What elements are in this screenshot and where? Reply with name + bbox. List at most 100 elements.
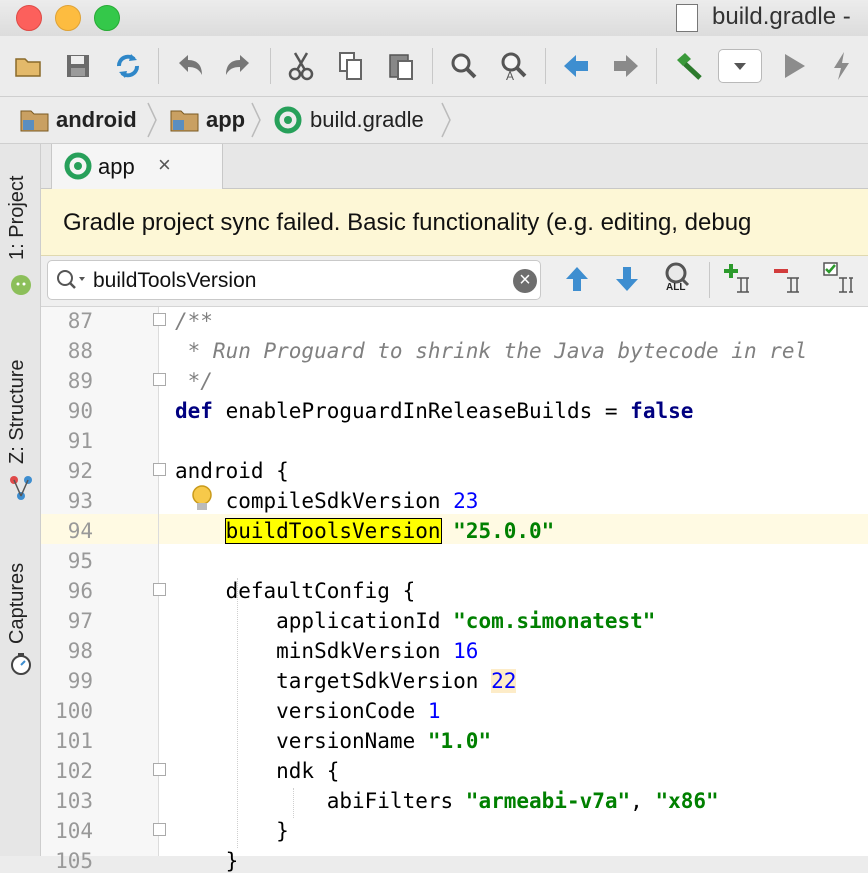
fold-marker[interactable] xyxy=(153,373,166,386)
paste-button[interactable] xyxy=(385,50,417,82)
code-token: versionCode xyxy=(175,699,428,723)
all-label: ALL xyxy=(666,282,686,293)
fold-marker[interactable] xyxy=(153,763,166,776)
code-token: "1.0" xyxy=(427,729,492,753)
breadcrumb-label: build.gradle xyxy=(310,107,424,132)
stopwatch-icon xyxy=(11,653,31,675)
tab-app[interactable]: app × xyxy=(51,144,223,189)
code-token: 22 xyxy=(491,669,517,693)
select-all-button[interactable] xyxy=(821,260,861,301)
unselect-occurrence-button[interactable] xyxy=(771,262,807,301)
arrow-left-icon xyxy=(564,55,588,77)
find-bar: buildToolsVersion × ALL xyxy=(41,256,868,307)
back-button[interactable] xyxy=(560,50,592,82)
breadcrumb-label: android xyxy=(56,107,137,132)
code-line: defaultConfig { xyxy=(175,579,416,603)
line-number: 103 xyxy=(55,789,93,813)
copy-icon xyxy=(339,52,362,80)
line-number: 93 xyxy=(67,489,93,513)
code-token: minSdkVersion xyxy=(175,639,454,663)
code-line: ndk { xyxy=(175,759,339,783)
chevron-right-icon xyxy=(147,102,157,138)
module-folder-icon xyxy=(170,110,199,132)
structure-tool-tab[interactable]: Z: Structure xyxy=(6,360,29,464)
find-button[interactable] xyxy=(448,50,480,82)
android-icon xyxy=(11,275,31,295)
fold-marker[interactable] xyxy=(153,583,166,596)
apply-changes-button[interactable] xyxy=(826,50,858,82)
breadcrumb-android[interactable]: android xyxy=(20,97,137,143)
code-token: false xyxy=(630,399,694,423)
run-configuration-dropdown[interactable] xyxy=(718,49,762,83)
undo-icon xyxy=(179,55,202,75)
arrow-down-icon xyxy=(616,267,638,291)
save-all-button[interactable] xyxy=(62,50,94,82)
breadcrumb: android app build.gradle xyxy=(0,97,868,144)
search-history-icon[interactable] xyxy=(56,269,88,291)
breadcrumb-app[interactable]: app xyxy=(170,97,245,143)
code-line: abiFilters "armeabi-v7a", "x86" xyxy=(175,789,719,813)
breadcrumb-build-gradle[interactable]: build.gradle xyxy=(274,97,424,143)
line-number: 87 xyxy=(67,309,93,333)
line-number: 101 xyxy=(55,729,93,753)
captures-tool-tab[interactable]: Captures xyxy=(6,563,29,644)
add-occurrence-icon xyxy=(724,264,749,293)
open-folder-button[interactable] xyxy=(12,50,44,82)
project-tool-tab[interactable]: 1: Project xyxy=(6,176,29,260)
arrow-up-icon xyxy=(566,267,588,291)
code-token: , xyxy=(630,789,656,813)
code-token: versionName xyxy=(175,729,428,753)
code-line: compileSdkVersion 23 xyxy=(175,489,479,513)
search-icon xyxy=(451,53,477,79)
code-line: versionName "1.0" xyxy=(175,729,491,753)
code-token: "armeabi-v7a" xyxy=(465,789,631,813)
code-line: applicationId "com.simonatest" xyxy=(175,609,655,633)
breadcrumb-label: app xyxy=(206,107,246,132)
close-window-button[interactable] xyxy=(16,5,42,31)
window-title: build.gradle - xyxy=(712,3,851,30)
code-token: def xyxy=(175,399,213,423)
line-number: 102 xyxy=(55,759,93,783)
code-token: ndk { xyxy=(175,759,340,783)
fold-marker[interactable] xyxy=(153,313,166,326)
code-line: * Run Proguard to shrink the Java byteco… xyxy=(175,339,808,363)
replace-button[interactable]: A xyxy=(498,50,530,82)
code-line: /** xyxy=(175,309,213,333)
undo-button[interactable] xyxy=(174,50,206,82)
code-token: defaultConfig { xyxy=(175,579,416,603)
run-button[interactable] xyxy=(778,50,810,82)
clear-search-button[interactable]: × xyxy=(513,269,537,293)
make-project-button[interactable] xyxy=(672,50,704,82)
line-number: 88 xyxy=(67,339,93,363)
code-token: 16 xyxy=(453,639,479,663)
select-all-occurrences-button[interactable]: ALL xyxy=(661,260,693,296)
tool-window-strip: 1: Project Z: Structure Captures xyxy=(0,144,41,856)
code-token: android { xyxy=(175,459,289,483)
sync-icon xyxy=(117,54,139,78)
fold-marker[interactable] xyxy=(153,823,166,836)
copy-button[interactable] xyxy=(335,50,367,82)
minimize-window-button[interactable] xyxy=(55,5,81,31)
fold-marker[interactable] xyxy=(153,463,166,476)
zoom-window-button[interactable] xyxy=(94,5,120,31)
code-token: } xyxy=(175,819,289,843)
add-selection-for-next-occurrence-button[interactable] xyxy=(721,262,757,301)
chevron-right-icon xyxy=(441,102,451,138)
previous-occurrence-button[interactable] xyxy=(563,264,591,299)
search-input[interactable]: buildToolsVersion × xyxy=(47,260,541,300)
code-token: applicationId xyxy=(175,609,454,633)
code-line: targetSdkVersion 22 xyxy=(175,669,517,693)
redo-button[interactable] xyxy=(222,50,254,82)
line-number: 92 xyxy=(67,459,93,483)
tab-label: app xyxy=(98,154,135,179)
banner-message: Gradle project sync failed. Basic functi… xyxy=(63,209,752,236)
code-token: "x86" xyxy=(655,789,719,813)
line-number: 95 xyxy=(67,549,93,573)
next-occurrence-button[interactable] xyxy=(613,264,641,299)
forward-button[interactable] xyxy=(610,50,642,82)
sync-button[interactable] xyxy=(112,50,144,82)
cut-button[interactable] xyxy=(285,50,317,82)
close-tab-icon[interactable]: × xyxy=(158,152,171,178)
line-number: 96 xyxy=(67,579,93,603)
code-token: targetSdkVersion xyxy=(175,669,492,693)
